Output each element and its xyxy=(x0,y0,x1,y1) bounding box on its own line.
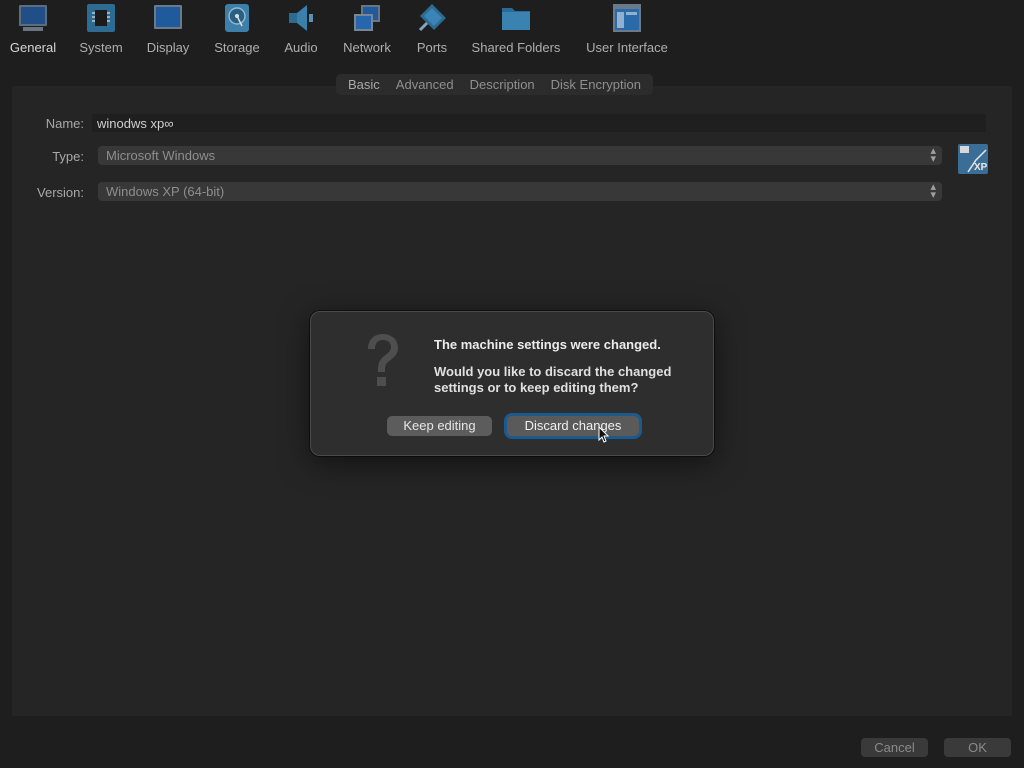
toolbar-item-user-interface[interactable]: User Interface xyxy=(583,2,671,55)
toolbar-label-shared-folders: Shared Folders xyxy=(471,40,561,55)
ok-button[interactable]: OK xyxy=(944,738,1011,757)
display-icon xyxy=(154,5,182,29)
disk-icon xyxy=(225,4,249,32)
chevron-up-down-icon: ▴ ▾ xyxy=(930,181,936,201)
os-badge-text: XP xyxy=(974,162,988,173)
toolbar-item-display[interactable]: Display xyxy=(145,2,191,55)
question-mark-icon xyxy=(368,334,398,386)
toolbar-label-user-interface: User Interface xyxy=(586,40,668,55)
toolbar-item-shared-folders[interactable]: Shared Folders xyxy=(470,2,562,55)
toolbar-item-storage[interactable]: Storage xyxy=(212,2,262,55)
dialog-message: Would you like to discard the changed se… xyxy=(434,364,672,395)
type-select-value: Microsoft Windows xyxy=(106,148,216,163)
toolbar-item-audio[interactable]: Audio xyxy=(281,2,321,55)
toolbar-label-system: System xyxy=(79,40,123,55)
ports-icon xyxy=(418,4,446,32)
toolbar-label-network: Network xyxy=(343,40,391,55)
tab-basic[interactable]: Basic xyxy=(340,74,388,95)
version-select-value: Windows XP (64-bit) xyxy=(106,184,225,199)
name-label: Name: xyxy=(45,116,84,131)
keep-editing-button[interactable]: Keep editing xyxy=(387,416,492,436)
toolbar-label-audio: Audio xyxy=(284,40,318,55)
toolbar-label-display: Display xyxy=(146,40,190,55)
version-label: Version: xyxy=(37,185,84,200)
type-select[interactable]: Microsoft Windows ▴ ▾ xyxy=(98,146,942,165)
cancel-button[interactable]: Cancel xyxy=(861,738,928,757)
tab-description[interactable]: Description xyxy=(462,74,543,95)
type-label: Type: xyxy=(52,149,84,164)
mouse-cursor-icon xyxy=(598,426,610,443)
tab-disk-encryption[interactable]: Disk Encryption xyxy=(543,74,649,95)
name-input[interactable] xyxy=(92,114,986,132)
toolbar-label-ports: Ports xyxy=(416,40,448,55)
windows-xp-os-icon: XP xyxy=(958,144,988,174)
toolbar-item-system[interactable]: System xyxy=(78,2,124,55)
toolbar-item-network[interactable]: Network xyxy=(340,2,394,55)
network-icon xyxy=(354,5,380,31)
window-icon xyxy=(613,4,641,32)
toolbar-label-storage: Storage xyxy=(214,40,260,55)
chevron-up-down-icon: ▴ ▾ xyxy=(930,145,936,165)
tab-advanced[interactable]: Advanced xyxy=(388,74,462,95)
monitor-icon xyxy=(19,5,47,31)
toolbar-item-ports[interactable]: Ports xyxy=(413,2,451,55)
version-select[interactable]: Windows XP (64-bit) ▴ ▾ xyxy=(98,182,942,201)
folder-icon xyxy=(502,8,530,30)
dialog-title: The machine settings were changed. xyxy=(434,337,661,352)
chip-icon xyxy=(87,4,115,32)
toolbar-label-general: General xyxy=(9,40,57,55)
discard-changes-dialog: The machine settings were changed. Would… xyxy=(310,311,714,456)
discard-changes-button[interactable]: Discard changes xyxy=(507,416,639,436)
toolbar-item-general[interactable]: General xyxy=(9,2,57,55)
speaker-icon xyxy=(289,5,313,31)
tab-bar: Basic Advanced Description Disk Encrypti… xyxy=(336,74,653,95)
settings-toolbar: General System Display Storage Audio Net… xyxy=(0,0,1024,66)
